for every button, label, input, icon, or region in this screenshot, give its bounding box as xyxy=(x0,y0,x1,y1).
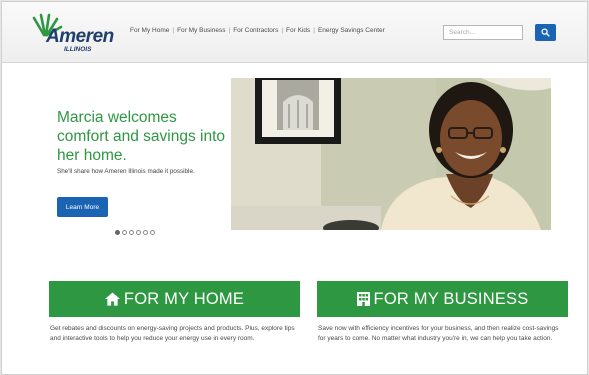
site-header: Ameren ILLINOIS For My Home | For My Bus… xyxy=(2,2,587,63)
nav-separator: | xyxy=(313,27,315,34)
learn-more-button[interactable]: Learn More xyxy=(57,197,108,217)
hero-headline: Marcia welcomes comfort and savings into… xyxy=(57,109,226,164)
nav-item-for-my-home[interactable]: For My Home xyxy=(130,27,169,34)
nav-item-for-contractors[interactable]: For Contractors xyxy=(233,27,278,34)
for-my-business-label: FOR MY BUSINESS xyxy=(373,289,529,308)
logo-wordmark: Ameren xyxy=(46,26,114,47)
hero-photo xyxy=(231,78,551,230)
carousel-dot[interactable] xyxy=(129,230,134,235)
for-my-home-button[interactable]: FOR MY HOME xyxy=(49,281,300,317)
for-my-business-description: Save now with efficiency incentives for … xyxy=(318,325,559,342)
carousel-dot[interactable] xyxy=(136,230,141,235)
for-my-home-label: FOR MY HOME xyxy=(123,289,245,308)
search-input[interactable] xyxy=(443,25,523,40)
carousel-dot[interactable] xyxy=(115,230,120,235)
building-icon xyxy=(356,292,370,306)
carousel-dot[interactable] xyxy=(122,230,127,235)
nav-item-for-my-business[interactable]: For My Business xyxy=(177,27,225,34)
nav-separator: | xyxy=(172,27,175,34)
carousel-dot[interactable] xyxy=(150,230,155,235)
search-button[interactable] xyxy=(535,24,556,41)
for-my-home-description: Get rebates and discounts on energy-savi… xyxy=(50,325,295,342)
search-icon xyxy=(541,28,550,37)
ameren-logo[interactable]: Ameren ILLINOIS xyxy=(30,13,126,55)
hero-subtext: She'll share how Ameren Illinois made it… xyxy=(57,168,195,175)
carousel-indicators xyxy=(115,230,155,235)
nav-separator: | xyxy=(281,27,284,34)
main-nav: For My Home | For My Business | For Cont… xyxy=(130,27,385,34)
logo-subtitle: ILLINOIS xyxy=(64,46,92,53)
carousel-dot[interactable] xyxy=(143,230,148,235)
nav-item-energy-savings-center[interactable]: Energy Savings Center xyxy=(318,27,385,34)
nav-item-for-kids[interactable]: For Kids xyxy=(286,27,310,34)
for-my-business-button[interactable]: FOR MY BUSINESS xyxy=(317,281,568,317)
nav-separator: | xyxy=(228,27,231,34)
home-icon xyxy=(104,292,120,306)
page: Ameren ILLINOIS For My Home | For My Bus… xyxy=(1,1,588,375)
hero-text: Marcia welcomes comfort and savings into… xyxy=(57,108,227,176)
